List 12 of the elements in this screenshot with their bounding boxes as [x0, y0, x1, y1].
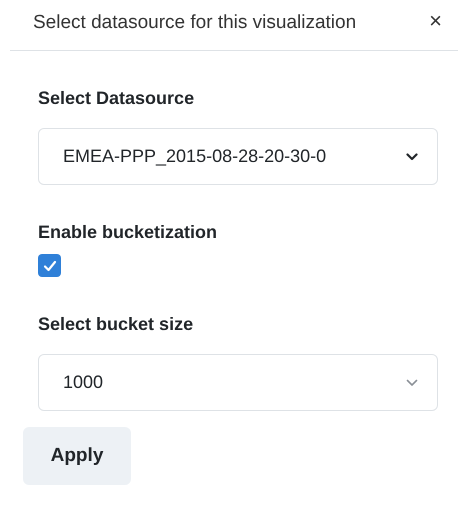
field-label: Enable bucketization [38, 221, 218, 244]
checkmark-icon [42, 260, 56, 272]
chevron-down-icon [406, 378, 418, 386]
apply-button[interactable]: Apply [23, 427, 131, 485]
checkbox[interactable] [38, 254, 61, 277]
select-field[interactable]: EMEA-PPP_2015-08-28-20-30-0 [38, 128, 438, 185]
chevron-down-icon [406, 152, 418, 160]
select-field[interactable]: 1000 [38, 354, 438, 411]
close-button[interactable]: × [429, 10, 442, 32]
dialog-title: Select datasource for this visualization [33, 11, 356, 35]
field-label: Select bucket size [38, 313, 194, 336]
field-label: Select Datasource [38, 87, 196, 110]
